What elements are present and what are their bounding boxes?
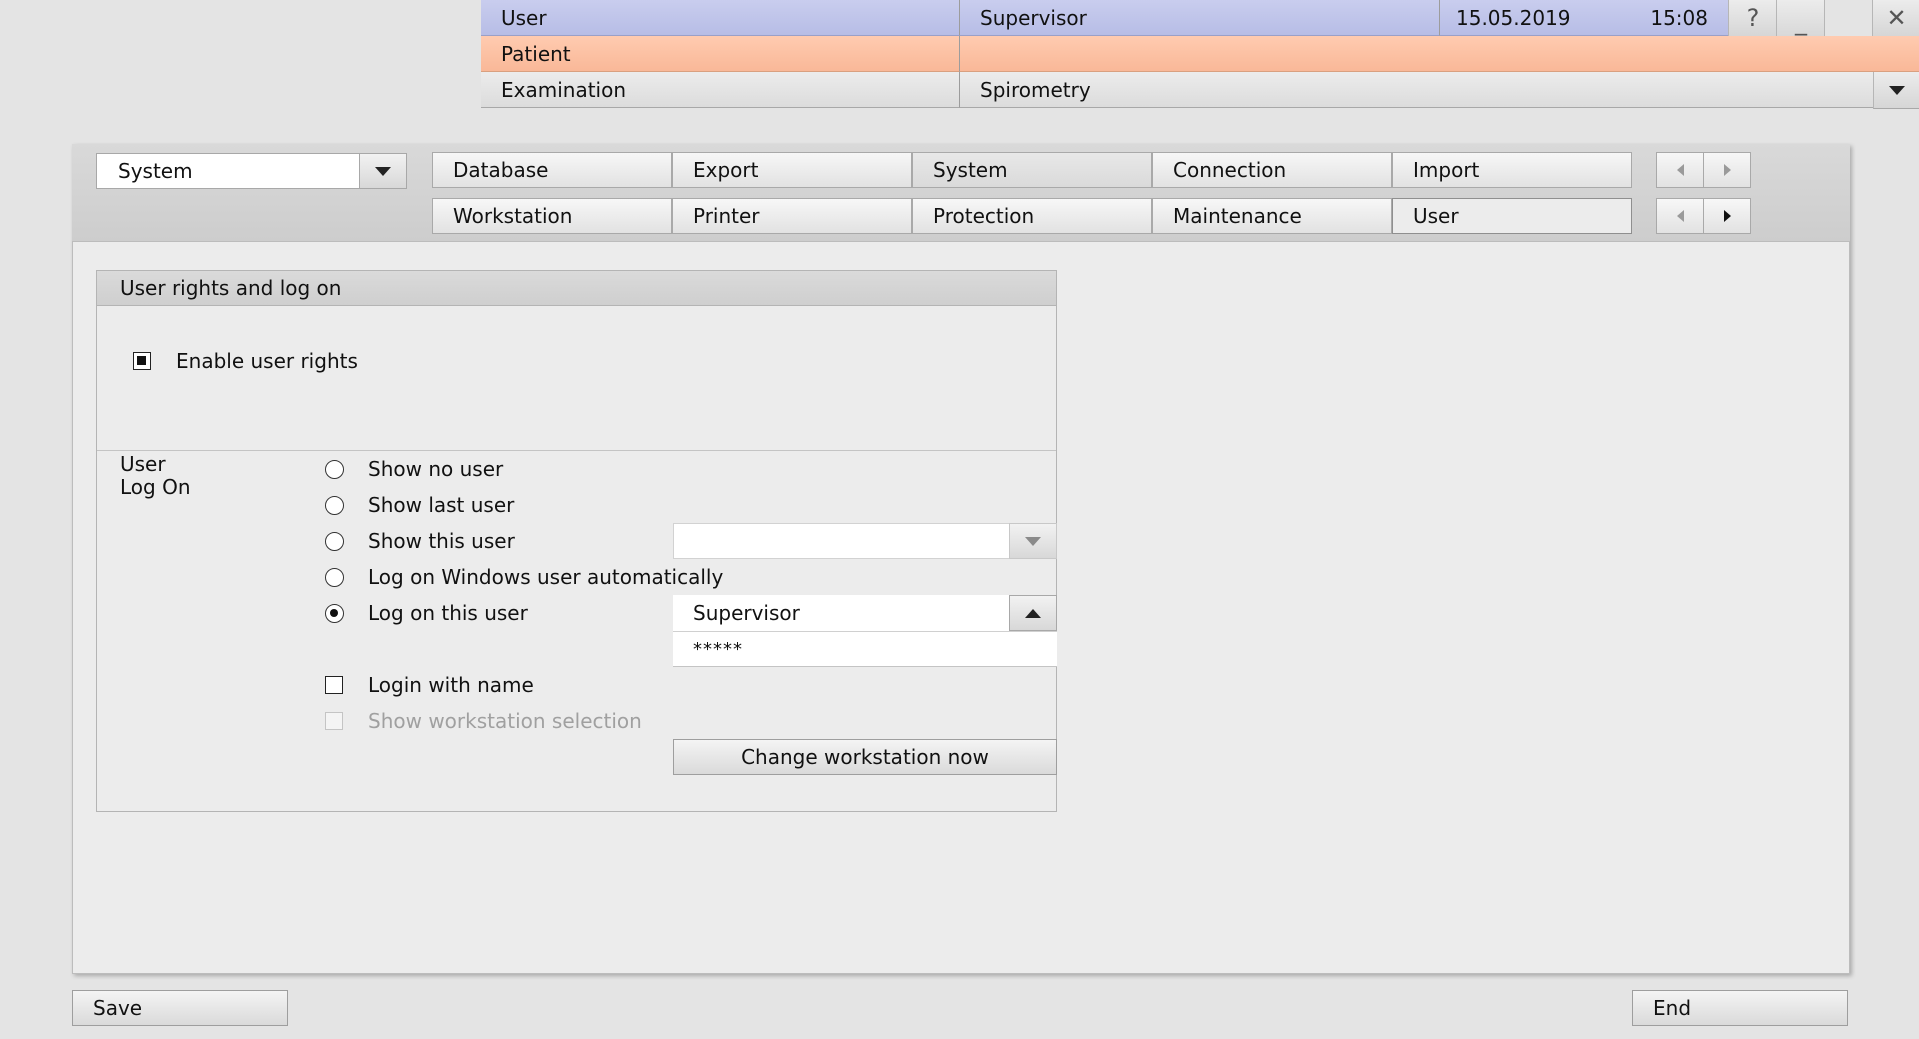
chevron-left-icon bbox=[1676, 164, 1684, 176]
show-this-user-dropdown-button[interactable] bbox=[1009, 523, 1057, 559]
tab-label: Protection bbox=[933, 204, 1035, 228]
tabs-row2-prev-button[interactable] bbox=[1656, 198, 1704, 234]
tab-system[interactable]: System bbox=[912, 152, 1152, 188]
category-select[interactable]: System bbox=[96, 153, 407, 189]
enable-user-rights-label: Enable user rights bbox=[176, 349, 358, 373]
tab-connection[interactable]: Connection bbox=[1152, 152, 1392, 188]
logon-user-select[interactable]: Supervisor bbox=[673, 595, 1057, 631]
minimize-icon: _ bbox=[1795, 8, 1807, 36]
change-workstation-label: Change workstation now bbox=[741, 745, 989, 769]
password-value: ***** bbox=[693, 638, 743, 660]
user-value[interactable]: Supervisor bbox=[960, 0, 1440, 36]
radio-label: Log on Windows user automatically bbox=[368, 565, 724, 589]
show-workstation-selection-checkbox bbox=[325, 712, 343, 730]
examination-label: Examination bbox=[481, 72, 960, 108]
tabs-row1-next-button[interactable] bbox=[1703, 152, 1751, 188]
datetime: 15.05.2019 15:08 bbox=[1440, 0, 1728, 36]
tab-workstation[interactable]: Workstation bbox=[432, 198, 672, 234]
chevron-up-icon bbox=[1025, 608, 1041, 618]
save-button[interactable]: Save bbox=[72, 990, 288, 1026]
category-select-value: System bbox=[118, 159, 193, 183]
radio-log-on-windows-user[interactable] bbox=[325, 568, 344, 587]
tab-label: Workstation bbox=[453, 204, 573, 228]
help-button[interactable]: ? bbox=[1728, 0, 1777, 36]
radio-show-last-user[interactable] bbox=[325, 496, 344, 515]
tab-export[interactable]: Export bbox=[672, 152, 912, 188]
minimize-button[interactable]: _ bbox=[1776, 0, 1825, 40]
patient-value[interactable] bbox=[960, 36, 1919, 72]
chevron-down-icon bbox=[375, 166, 391, 176]
tab-user[interactable]: User bbox=[1392, 198, 1632, 234]
examination-dropdown-button[interactable] bbox=[1873, 72, 1919, 109]
user-value-text: Supervisor bbox=[980, 5, 1087, 30]
chevron-right-icon bbox=[1723, 210, 1731, 222]
end-label: End bbox=[1653, 996, 1692, 1020]
group-title: User rights and log on bbox=[96, 270, 1057, 306]
help-icon: ? bbox=[1746, 4, 1760, 32]
save-label: Save bbox=[93, 996, 143, 1020]
radio-label: Show this user bbox=[368, 529, 515, 553]
chevron-down-icon bbox=[1025, 536, 1041, 546]
category-dropdown-button[interactable] bbox=[359, 153, 407, 189]
examination-value-text: Spirometry bbox=[980, 77, 1091, 102]
tab-printer[interactable]: Printer bbox=[672, 198, 912, 234]
enable-user-rights-checkbox[interactable] bbox=[133, 352, 151, 370]
logon-label-user: User bbox=[120, 452, 166, 476]
tab-protection[interactable]: Protection bbox=[912, 198, 1152, 234]
tab-label: Export bbox=[693, 158, 759, 182]
password-field[interactable]: ***** bbox=[673, 631, 1057, 667]
examination-label-text: Examination bbox=[501, 77, 627, 102]
tab-label: Import bbox=[1413, 158, 1480, 182]
time-text: 15:08 bbox=[1650, 5, 1708, 30]
tab-label: Printer bbox=[693, 204, 760, 228]
user-label-text: User bbox=[501, 5, 547, 30]
radio-show-no-user[interactable] bbox=[325, 460, 344, 479]
tabs-row2-next-button[interactable] bbox=[1703, 198, 1751, 234]
tabs-row1-prev-button[interactable] bbox=[1656, 152, 1704, 188]
logon-user-dropdown-button[interactable] bbox=[1009, 595, 1057, 631]
show-this-user-select[interactable] bbox=[673, 523, 1057, 559]
tab-label: Database bbox=[453, 158, 549, 182]
radio-label: Log on this user bbox=[368, 601, 528, 625]
tab-import[interactable]: Import bbox=[1392, 152, 1632, 188]
chevron-left-icon bbox=[1676, 210, 1684, 222]
login-with-name-checkbox[interactable] bbox=[325, 676, 343, 694]
radio-show-this-user[interactable] bbox=[325, 532, 344, 551]
tab-label: User bbox=[1413, 204, 1459, 228]
radio-label: Show last user bbox=[368, 493, 515, 517]
change-workstation-button[interactable]: Change workstation now bbox=[673, 739, 1057, 775]
close-icon: ✕ bbox=[1886, 4, 1907, 32]
spacer-button bbox=[1824, 0, 1873, 36]
date-text: 15.05.2019 bbox=[1456, 5, 1571, 30]
patient-label-text: Patient bbox=[501, 41, 571, 66]
divider bbox=[97, 450, 1056, 451]
group-title-text: User rights and log on bbox=[120, 276, 342, 300]
chevron-right-icon bbox=[1723, 164, 1731, 176]
tab-label: Connection bbox=[1173, 158, 1287, 182]
end-button[interactable]: End bbox=[1632, 990, 1848, 1026]
user-label: User bbox=[481, 0, 960, 36]
examination-value[interactable]: Spirometry bbox=[960, 72, 1873, 108]
tab-label: Maintenance bbox=[1173, 204, 1302, 228]
close-button[interactable]: ✕ bbox=[1872, 0, 1919, 36]
logon-label-logon: Log On bbox=[120, 475, 191, 499]
radio-label: Show no user bbox=[368, 457, 504, 481]
login-with-name-label: Login with name bbox=[368, 673, 534, 697]
logon-user-value: Supervisor bbox=[693, 601, 800, 625]
patient-label: Patient bbox=[481, 36, 960, 72]
chevron-down-icon bbox=[1889, 85, 1905, 95]
radio-log-on-this-user[interactable] bbox=[325, 604, 344, 623]
tab-database[interactable]: Database bbox=[432, 152, 672, 188]
tab-maintenance[interactable]: Maintenance bbox=[1152, 198, 1392, 234]
show-workstation-selection-label: Show workstation selection bbox=[368, 709, 642, 733]
tab-label: System bbox=[933, 158, 1008, 182]
